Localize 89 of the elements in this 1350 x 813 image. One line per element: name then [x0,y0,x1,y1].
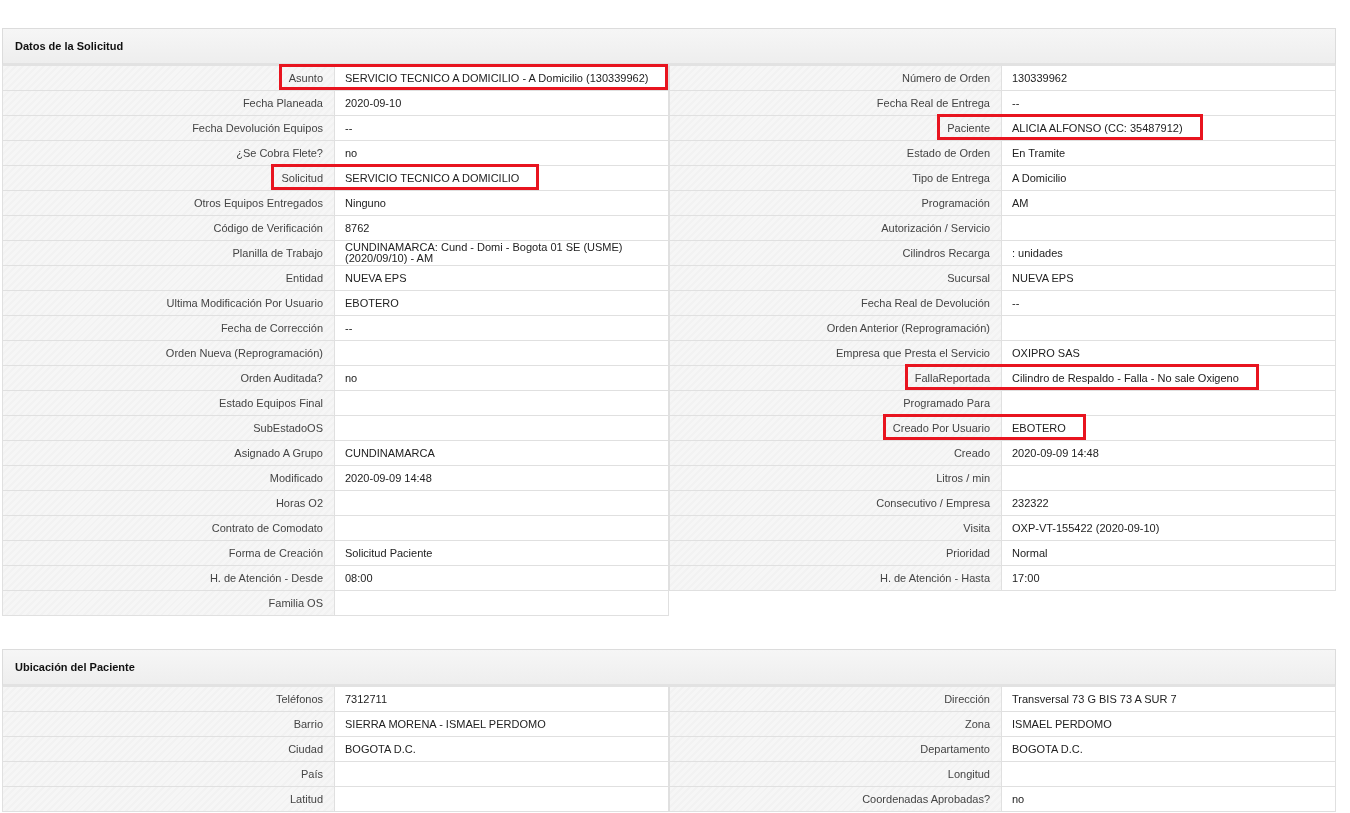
section-header: Ubicación del Paciente [2,649,1336,687]
field-label-cell: Orden Nueva (Reprogramación) [2,341,335,366]
field-label-cell: Fecha de Corrección [2,316,335,341]
field-label-cell: Contrato de Comodato [2,516,335,541]
field-value-cell: A Domicilio [1002,166,1336,191]
field-label-cell: Entidad [2,266,335,291]
field-label-cell: Fecha Real de Entrega [669,91,1002,116]
field-value-cell: : unidades [1002,241,1336,266]
field-value-cell: Solicitud Paciente [335,541,669,566]
field-value-cell: no [1002,787,1336,812]
field-label-cell: Departamento [669,737,1002,762]
field-value-cell: ISMAEL PERDOMO [1002,712,1336,737]
field-label-cell: Autorización / Servicio [669,216,1002,241]
field-value-cell: BOGOTA D.C. [1002,737,1336,762]
field-label-cell: FallaReportada [669,366,1002,391]
field-label-cell: Ultima Modificación Por Usuario [2,291,335,316]
field-label-cell: Coordenadas Aprobadas? [669,787,1002,812]
field-label-cell: Empresa que Presta el Servicio [669,341,1002,366]
field-label-cell: Prioridad [669,541,1002,566]
field-label-cell: Asignado A Grupo [2,441,335,466]
field-label-cell: Litros / min [669,466,1002,491]
field-value-cell: CUNDINAMARCA [335,441,669,466]
field-label-cell: Planilla de Trabajo [2,241,335,266]
field-label-cell: SubEstadoOS [2,416,335,441]
field-label-cell: Estado Equipos Final [2,391,335,416]
field-value-cell: BOGOTA D.C. [335,737,669,762]
field-value-cell: EBOTERO [335,291,669,316]
field-value-cell: Transversal 73 G BIS 73 A SUR 7 [1002,687,1336,712]
field-value-cell: OXP-VT-155422 (2020-09-10) [1002,516,1336,541]
field-value-cell: 2020-09-09 14:48 [1002,441,1336,466]
field-label-cell: Cilindros Recarga [669,241,1002,266]
field-label-cell: Orden Auditada? [2,366,335,391]
field-value-cell: 130339962 [1002,66,1336,91]
field-label-cell: Orden Anterior (Reprogramación) [669,316,1002,341]
field-value-cell: -- [1002,291,1336,316]
field-value-cell: NUEVA EPS [1002,266,1336,291]
field-label-cell: Programado Para [669,391,1002,416]
field-label-cell: Creado Por Usuario [669,416,1002,441]
field-value-cell: 17:00 [1002,566,1336,591]
field-label-cell: Fecha Planeada [2,91,335,116]
field-value-cell: AM [1002,191,1336,216]
field-label-cell: ¿Se Cobra Flete? [2,141,335,166]
field-value-cell: SERVICIO TECNICO A DOMICILIO [335,166,669,191]
field-label-cell: Zona [669,712,1002,737]
field-label-cell: Latitud [2,787,335,812]
field-value-cell: Normal [1002,541,1336,566]
field-value-cell: 2020-09-10 [335,91,669,116]
field-label-cell: Sucursal [669,266,1002,291]
field-label-cell: Programación [669,191,1002,216]
field-label-cell: Longitud [669,762,1002,787]
field-value-cell: 8762 [335,216,669,241]
field-value-cell: 232322 [1002,491,1336,516]
field-label-cell: Dirección [669,687,1002,712]
field-label-cell: Fecha Devolución Equipos [2,116,335,141]
field-label-cell: Forma de Creación [2,541,335,566]
field-value-cell: -- [335,316,669,341]
field-label-cell: Creado [669,441,1002,466]
field-label-cell: Ciudad [2,737,335,762]
field-label-cell: Teléfonos [2,687,335,712]
field-label-cell: Otros Equipos Entregados [2,191,335,216]
field-label-cell: Horas O2 [2,491,335,516]
field-label-cell: Estado de Orden [669,141,1002,166]
field-label-cell: H. de Atención - Desde [2,566,335,591]
field-value-cell: CUNDINAMARCA: Cund - Domi - Bogota 01 SE (USME) (2020/09/10) - AM [335,241,669,266]
field-label-cell: Código de Verificación [2,216,335,241]
field-label-cell: Número de Orden [669,66,1002,91]
field-value-cell: no [335,366,669,391]
field-label-cell: Fecha Real de Devolución [669,291,1002,316]
field-label-cell: Modificado [2,466,335,491]
field-label-cell: Familia OS [2,591,335,616]
field-label-cell: Asunto [2,66,335,91]
field-label-cell: Consecutivo / Empresa [669,491,1002,516]
field-value-cell: 7312711 [335,687,669,712]
field-label-cell: Visita [669,516,1002,541]
section-header: Datos de la Solicitud [2,28,1336,66]
field-label-cell: H. de Atención - Hasta [669,566,1002,591]
field-label-cell: Solicitud [2,166,335,191]
field-value-cell: NUEVA EPS [335,266,669,291]
field-label-cell: Barrio [2,712,335,737]
field-value-cell: 2020-09-09 14:48 [335,466,669,491]
field-label-cell: Paciente [669,116,1002,141]
field-label-cell: Tipo de Entrega [669,166,1002,191]
field-value-cell: EBOTERO [1002,416,1336,441]
field-value-cell: -- [335,116,669,141]
field-value-cell: En Tramite [1002,141,1336,166]
field-label-cell: País [2,762,335,787]
field-value-cell: 08:00 [335,566,669,591]
field-value-cell: Ninguno [335,191,669,216]
field-value-cell: SIERRA MORENA - ISMAEL PERDOMO [335,712,669,737]
